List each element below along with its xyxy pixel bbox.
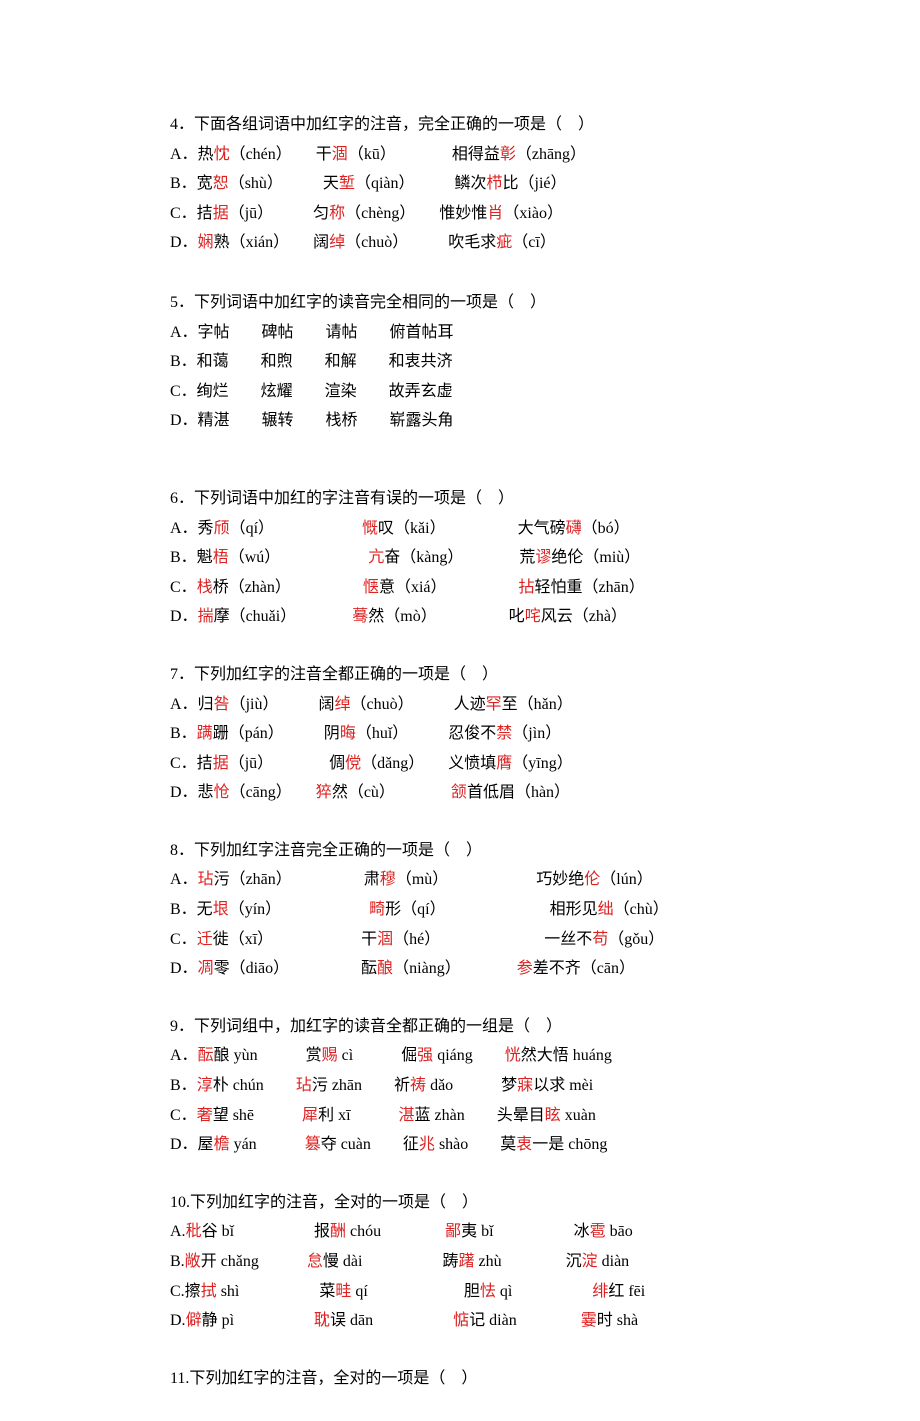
q7-opt-a: A．归咎（jiù） 阔绰（chuò） 人迹罕至（hǎn） <box>170 690 920 720</box>
q7-opt-b: B．蹒跚（pán） 阴晦（huǐ） 忍俊不禁（jìn） <box>170 719 920 749</box>
q7-stem: 7．下列加红字的注音全都正确的一项是（ ） <box>170 660 920 690</box>
q5-opt-c: C．绚烂 炫耀 渲染 故弄玄虚 <box>170 377 920 407</box>
q9-opt-b: B．淳朴 chún 玷污 zhān 祈祷 dǎo 梦寐以求 mèi <box>170 1071 920 1101</box>
q5-opt-b: B．和蔼 和煦 和解 和衷共济 <box>170 347 920 377</box>
q7-options: A．归咎（jiù） 阔绰（chuò） 人迹罕至（hǎn） B．蹒跚（pán） 阴… <box>170 690 920 808</box>
q4-opt-a: A．热忱（chén） 干涸（kū） 相得益彰（zhāng） <box>170 140 920 170</box>
q7-opt-c: C．拮据（jū） 倜傥（dǎng） 义愤填膺（yīng） <box>170 749 920 779</box>
q8-options: A．玷污（zhān） 肃穆（mù） 巧妙绝伦（lún） B．无垠（yín） 畸形… <box>170 865 920 983</box>
q6-opt-d: D．揣摩（chuǎi） 蓦然（mò） 叱咤风云（zhà） <box>170 602 920 632</box>
q4-opt-b: B．宽恕（shù） 天堑（qiàn） 鳞次栉比（jié） <box>170 169 920 199</box>
q5-stem: 5．下列词语中加红字的读音完全相同的一项是（ ） <box>170 288 920 318</box>
q6-opt-b: B．魁梧（wú） 亢奋（kàng） 荒谬绝伦（miù） <box>170 543 920 573</box>
q9-opt-a: A．酝酿 yùn 赏赐 cì 倔强 qiáng 恍然大悟 huáng <box>170 1041 920 1071</box>
q5-opt-d: D．精湛 辗转 栈桥 崭露头角 <box>170 406 920 436</box>
q10-opt-a: A.秕谷 bǐ 报酬 chóu 鄙夷 bǐ 冰雹 bāo <box>170 1217 920 1247</box>
q8-opt-c: C．迁徙（xī） 干涸（hé） 一丝不苟（gǒu） <box>170 925 920 955</box>
q11-stem: 11.下列加红字的注音，全对的一项是（ ） <box>170 1364 920 1394</box>
q6-opt-c: C．栈桥（zhàn） 惬意（xiá） 拈轻怕重（zhān） <box>170 573 920 603</box>
q4-opt-d: D．娴熟（xián） 阔绰（chuò） 吹毛求疵（cī） <box>170 228 920 258</box>
q10-options: A.秕谷 bǐ 报酬 chóu 鄙夷 bǐ 冰雹 bāo B.敞开 chǎng … <box>170 1217 920 1335</box>
q9-opt-c: C．奢望 shē 犀利 xī 湛蓝 zhàn 头晕目眩 xuàn <box>170 1101 920 1131</box>
q8-opt-a: A．玷污（zhān） 肃穆（mù） 巧妙绝伦（lún） <box>170 865 920 895</box>
q8-opt-b: B．无垠（yín） 畸形（qí） 相形见绌（chù） <box>170 895 920 925</box>
q6-opt-a: A．秀颀（qí） 慨叹（kǎi） 大气磅礴（bó） <box>170 514 920 544</box>
q5-options: A．字帖 碑帖 请帖 俯首帖耳 B．和蔼 和煦 和解 和衷共济 C．绚烂 炫耀 … <box>170 318 920 436</box>
q9-options: A．酝酿 yùn 赏赐 cì 倔强 qiáng 恍然大悟 huáng B．淳朴 … <box>170 1041 920 1159</box>
q5-opt-a: A．字帖 碑帖 请帖 俯首帖耳 <box>170 318 920 348</box>
q4-stem: 4．下面各组词语中加红字的注音，完全正确的一项是（ ） <box>170 110 920 140</box>
q9-stem: 9．下列词组中，加红字的读音全都正确的一组是（ ） <box>170 1012 920 1042</box>
q9-opt-d: D．屋檐 yán 篡夺 cuàn 征兆 shào 莫衷一是 chōng <box>170 1130 920 1160</box>
q8-opt-d: D．凋零（diāo） 酝酿（niàng） 参差不齐（cān） <box>170 954 920 984</box>
q8-stem: 8．下列加红字注音完全正确的一项是（ ） <box>170 836 920 866</box>
q4-opt-c: C．拮据（jū） 匀称（chèng） 惟妙惟肖（xiào） <box>170 199 920 229</box>
q6-options: A．秀颀（qí） 慨叹（kǎi） 大气磅礴（bó） B．魁梧（wú） 亢奋（kà… <box>170 514 920 632</box>
q4-options: A．热忱（chén） 干涸（kū） 相得益彰（zhāng） B．宽恕（shù） … <box>170 140 920 258</box>
q10-opt-d: D.僻静 pì 耽误 dān 惦记 diàn 霎时 shà <box>170 1306 920 1336</box>
q10-stem: 10.下列加红字的注音，全对的一项是（ ） <box>170 1188 920 1218</box>
q6-stem: 6．下列词语中加红的字注音有误的一项是（ ） <box>170 484 920 514</box>
q10-opt-b: B.敞开 chǎng 怠慢 dài 踌躇 zhù 沉淀 diàn <box>170 1247 920 1277</box>
q7-opt-d: D．悲怆（cāng） 猝然（cù） 颔首低眉（hàn） <box>170 778 920 808</box>
